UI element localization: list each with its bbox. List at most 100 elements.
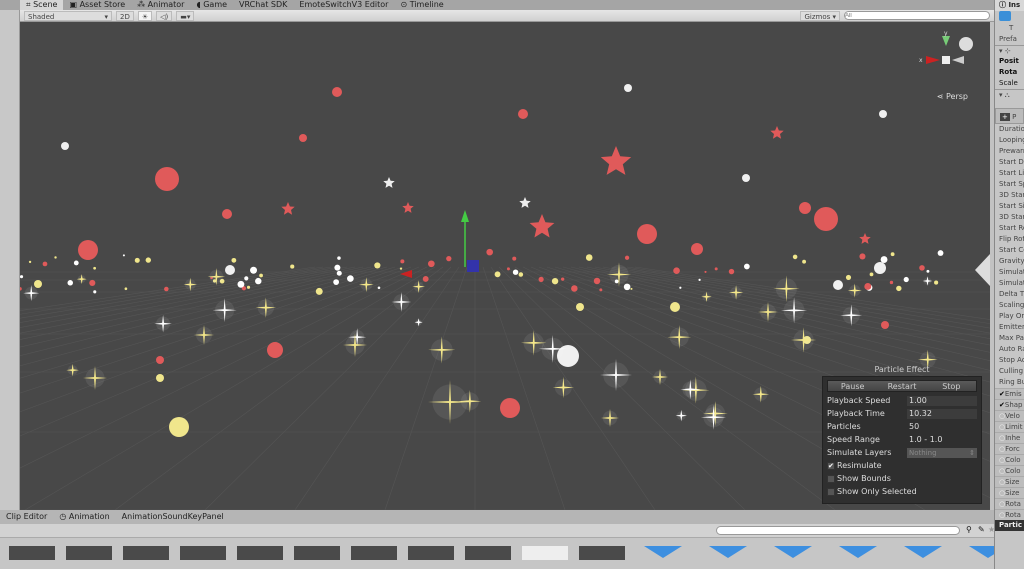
neg-z-cone-icon[interactable] [959,37,973,51]
tab-animation-sound-key-panel[interactable]: AnimationSoundKeyPanel [116,512,230,522]
transform-header[interactable]: ▾ ⊹ [995,45,1024,56]
module-toggle[interactable]: ✔Shap [995,399,1024,410]
mesh-asset-icon[interactable] [839,546,877,558]
simulate-layers-dropdown[interactable]: Nothing ⇕ [907,447,977,458]
asset-thumbnail[interactable] [579,546,625,560]
pause-button[interactable]: Pause [828,381,877,391]
distant-particle [333,279,340,285]
module-toggle[interactable]: ○Limit [995,421,1024,432]
neg-x-cone-icon[interactable] [952,56,964,64]
distant-particle [679,286,682,289]
scene-search-input[interactable] [844,11,990,20]
gizmos-dropdown[interactable]: Gizmos ▾ [800,10,840,21]
module-toggle[interactable]: ○Size [995,487,1024,498]
mesh-asset-icon[interactable] [774,546,812,558]
x-arrow-icon[interactable] [400,270,412,278]
asset-thumbnail[interactable] [294,546,340,560]
distant-particle [630,287,633,290]
mesh-asset-icon[interactable] [709,546,747,558]
grid-line [204,266,452,510]
hierarchy-panel[interactable] [0,10,20,510]
distant-particle [673,267,680,275]
center-cube-icon[interactable] [942,56,950,64]
tab-scene[interactable]: ⌗ Scene [20,0,64,10]
sparkle-particle [412,280,425,293]
label-icon[interactable]: ✎ [978,525,985,534]
particle-system-header[interactable]: ▾ ⛬ [995,89,1024,100]
star-particle [529,214,555,238]
tab-animation[interactable]: ◷ Animation [53,512,115,522]
resimulate-checkbox[interactable]: ✔ Resimulate [827,459,977,472]
asset-thumbnail[interactable] [180,546,226,560]
module-toggle[interactable]: ○Forc [995,443,1024,454]
z-plane-handle[interactable] [467,260,479,272]
scene-toolbar: Shaded ▾ 2D ☀ ◁) ▬▾ Gizmos ▾ [20,10,994,22]
scene-view[interactable]: y x ⋖ Persp Particle Effect Pause Restar… [20,22,990,510]
y-axis-cone-icon[interactable] [942,36,950,46]
asset-thumbnail[interactable] [237,546,283,560]
projection-label[interactable]: ⋖ Persp [937,92,968,101]
2d-toggle[interactable]: 2D [116,10,134,21]
asset-thumbnail[interactable] [408,546,454,560]
mesh-asset-icon[interactable] [904,546,942,558]
particle-footer: Partic [995,520,1024,531]
asset-search-input[interactable] [716,526,960,535]
tab-animator[interactable]: ⁂ Animator [131,0,190,10]
asset-thumbnail[interactable] [465,546,511,560]
playback-time-field[interactable]: 10.32 [907,408,977,419]
module-toggle[interactable]: ○Rota [995,509,1024,520]
tab-vrchat-sdk[interactable]: VRChat SDK [233,0,293,10]
tab-label: Animator [147,0,185,9]
tab-label: VRChat SDK [239,0,288,9]
module-toggle[interactable]: ○Rota [995,498,1024,509]
distant-particle [134,257,140,263]
favorite-icon[interactable]: ★ [988,525,995,534]
asset-thumbnail[interactable] [66,546,112,560]
shading-dropdown[interactable]: Shaded ▾ [24,10,112,21]
gizmos-label: Gizmos [804,12,831,21]
audio-toggle-icon[interactable]: ◁) [156,10,173,21]
module-toggle[interactable]: ○Inhe [995,432,1024,443]
inspector-tab[interactable]: ⓘ Ins [995,0,1024,11]
module-toggle[interactable]: ○Velo [995,410,1024,421]
distant-particle [122,254,125,257]
distant-particle [237,280,245,288]
asset-thumbnail[interactable] [351,546,397,560]
lighting-toggle-icon[interactable]: ☀ [137,10,153,21]
sparkle-particle [255,297,277,318]
inspector-property-label: Delta T [999,290,1024,298]
distant-particle [124,287,128,291]
tab-timeline[interactable]: ⊙ Timeline [394,0,449,10]
mesh-asset-icon[interactable] [644,546,682,558]
module-toggle[interactable]: ○Size [995,476,1024,487]
playback-speed-field[interactable]: 1.00 [907,395,977,406]
orientation-gizmo[interactable]: y x [916,30,976,90]
asset-thumbnail[interactable] [522,546,568,560]
particle-system-module-header[interactable]: + P [995,108,1024,124]
distant-particle [334,264,341,271]
module-toggle[interactable]: ○Colo [995,454,1024,465]
tab-clip-editor[interactable]: Clip Editor [0,512,53,522]
show-only-selected-checkbox[interactable]: Show Only Selected [827,485,977,498]
tab-asset-store[interactable]: ▣ Asset Store [63,0,131,10]
scroll-arrow-icon[interactable] [975,254,990,286]
restart-button[interactable]: Restart [877,381,926,391]
x-axis-cone-icon[interactable] [926,56,940,64]
filter-icon[interactable]: ⚲ [966,525,972,534]
red-particle [299,134,307,142]
effects-toggle-icon[interactable]: ▬▾ [176,10,195,21]
module-toggle[interactable]: ✔Emis [995,388,1024,399]
show-bounds-checkbox[interactable]: Show Bounds [827,472,977,485]
sparkle-particle [752,385,770,403]
tab-emoteswitch[interactable]: EmoteSwitchV3 Editor [293,0,394,10]
yellow-particle [670,302,680,312]
editor-tab-bar: ⌗ Scene ▣ Asset Store ⁂ Animator ◖ Game … [0,0,994,10]
y-arrow-icon[interactable] [461,210,469,222]
stop-button[interactable]: Stop [927,381,976,391]
tab-game[interactable]: ◖ Game [190,0,233,10]
asset-thumbnail[interactable] [123,546,169,560]
asset-thumbnail[interactable] [9,546,55,560]
mesh-asset-icon[interactable] [969,546,994,558]
module-toggle[interactable]: ○Colo [995,465,1024,476]
playback-speed-label: Playback Speed [827,396,891,405]
